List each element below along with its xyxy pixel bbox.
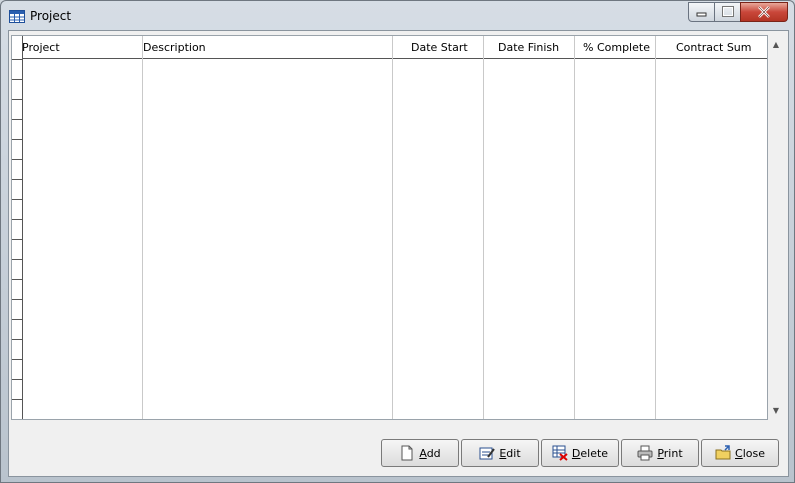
row-header[interactable] bbox=[12, 59, 23, 60]
scroll-up-icon[interactable]: ▲ bbox=[770, 39, 782, 51]
delete-icon bbox=[552, 445, 568, 461]
delete-button-label: Delete bbox=[571, 446, 609, 460]
add-button[interactable]: Add bbox=[381, 439, 459, 467]
row-header[interactable] bbox=[12, 339, 23, 340]
row-header[interactable] bbox=[12, 79, 23, 80]
maximize-icon bbox=[722, 6, 734, 17]
close-button[interactable]: Close bbox=[701, 439, 779, 467]
row-headers bbox=[12, 36, 23, 419]
add-button-label: Add bbox=[419, 446, 441, 460]
edit-button-label: Edit bbox=[499, 446, 521, 460]
row-header[interactable] bbox=[12, 99, 23, 100]
table-icon bbox=[9, 10, 25, 23]
minimize-icon bbox=[696, 12, 707, 17]
column-header-percent-complete[interactable]: % Complete bbox=[583, 36, 650, 59]
row-header[interactable] bbox=[12, 399, 23, 400]
edit-icon bbox=[479, 445, 496, 461]
row-header[interactable] bbox=[12, 219, 23, 220]
client-area: Project Description Date Start Date Fini… bbox=[8, 30, 789, 477]
row-header[interactable] bbox=[12, 319, 23, 320]
project-grid[interactable]: Project Description Date Start Date Fini… bbox=[11, 35, 768, 420]
close-icon bbox=[758, 6, 770, 18]
column-divider[interactable] bbox=[392, 36, 393, 419]
row-header[interactable] bbox=[12, 299, 23, 300]
column-header-date-finish[interactable]: Date Finish bbox=[498, 36, 559, 59]
minimize-button[interactable] bbox=[688, 2, 715, 22]
window-title: Project bbox=[30, 9, 72, 23]
title-bar[interactable]: Project bbox=[1, 1, 794, 30]
row-header[interactable] bbox=[12, 359, 23, 360]
column-divider[interactable] bbox=[142, 36, 143, 419]
row-header[interactable] bbox=[12, 259, 23, 260]
close-window-button[interactable] bbox=[740, 2, 788, 22]
folder-close-icon bbox=[715, 445, 731, 461]
row-header[interactable] bbox=[12, 379, 23, 380]
scroll-down-icon[interactable]: ▼ bbox=[770, 405, 782, 417]
row-header[interactable] bbox=[12, 139, 23, 140]
column-header-description[interactable]: Description bbox=[143, 36, 206, 59]
printer-icon bbox=[637, 445, 653, 461]
row-header[interactable] bbox=[12, 179, 23, 180]
column-header-contract-sum[interactable]: Contract Sum bbox=[676, 36, 752, 59]
row-header[interactable] bbox=[12, 159, 23, 160]
edit-button[interactable]: Edit bbox=[461, 439, 539, 467]
maximize-button[interactable] bbox=[714, 2, 741, 22]
column-divider[interactable] bbox=[655, 36, 656, 419]
column-header-date-start[interactable]: Date Start bbox=[411, 36, 468, 59]
column-header-project[interactable]: Project bbox=[22, 36, 60, 59]
project-window: Project Project Description Date Start D… bbox=[0, 0, 795, 483]
column-divider[interactable] bbox=[483, 36, 484, 419]
delete-button[interactable]: Delete bbox=[541, 439, 619, 467]
row-header[interactable] bbox=[12, 239, 23, 240]
column-divider[interactable] bbox=[574, 36, 575, 419]
print-button[interactable]: Print bbox=[621, 439, 699, 467]
close-button-label: Close bbox=[735, 446, 765, 460]
vertical-scrollbar[interactable]: ▲ ▼ bbox=[768, 35, 785, 420]
row-header[interactable] bbox=[12, 199, 23, 200]
row-header[interactable] bbox=[12, 119, 23, 120]
document-icon bbox=[399, 445, 415, 461]
row-header[interactable] bbox=[12, 279, 23, 280]
print-button-label: Print bbox=[657, 446, 683, 460]
